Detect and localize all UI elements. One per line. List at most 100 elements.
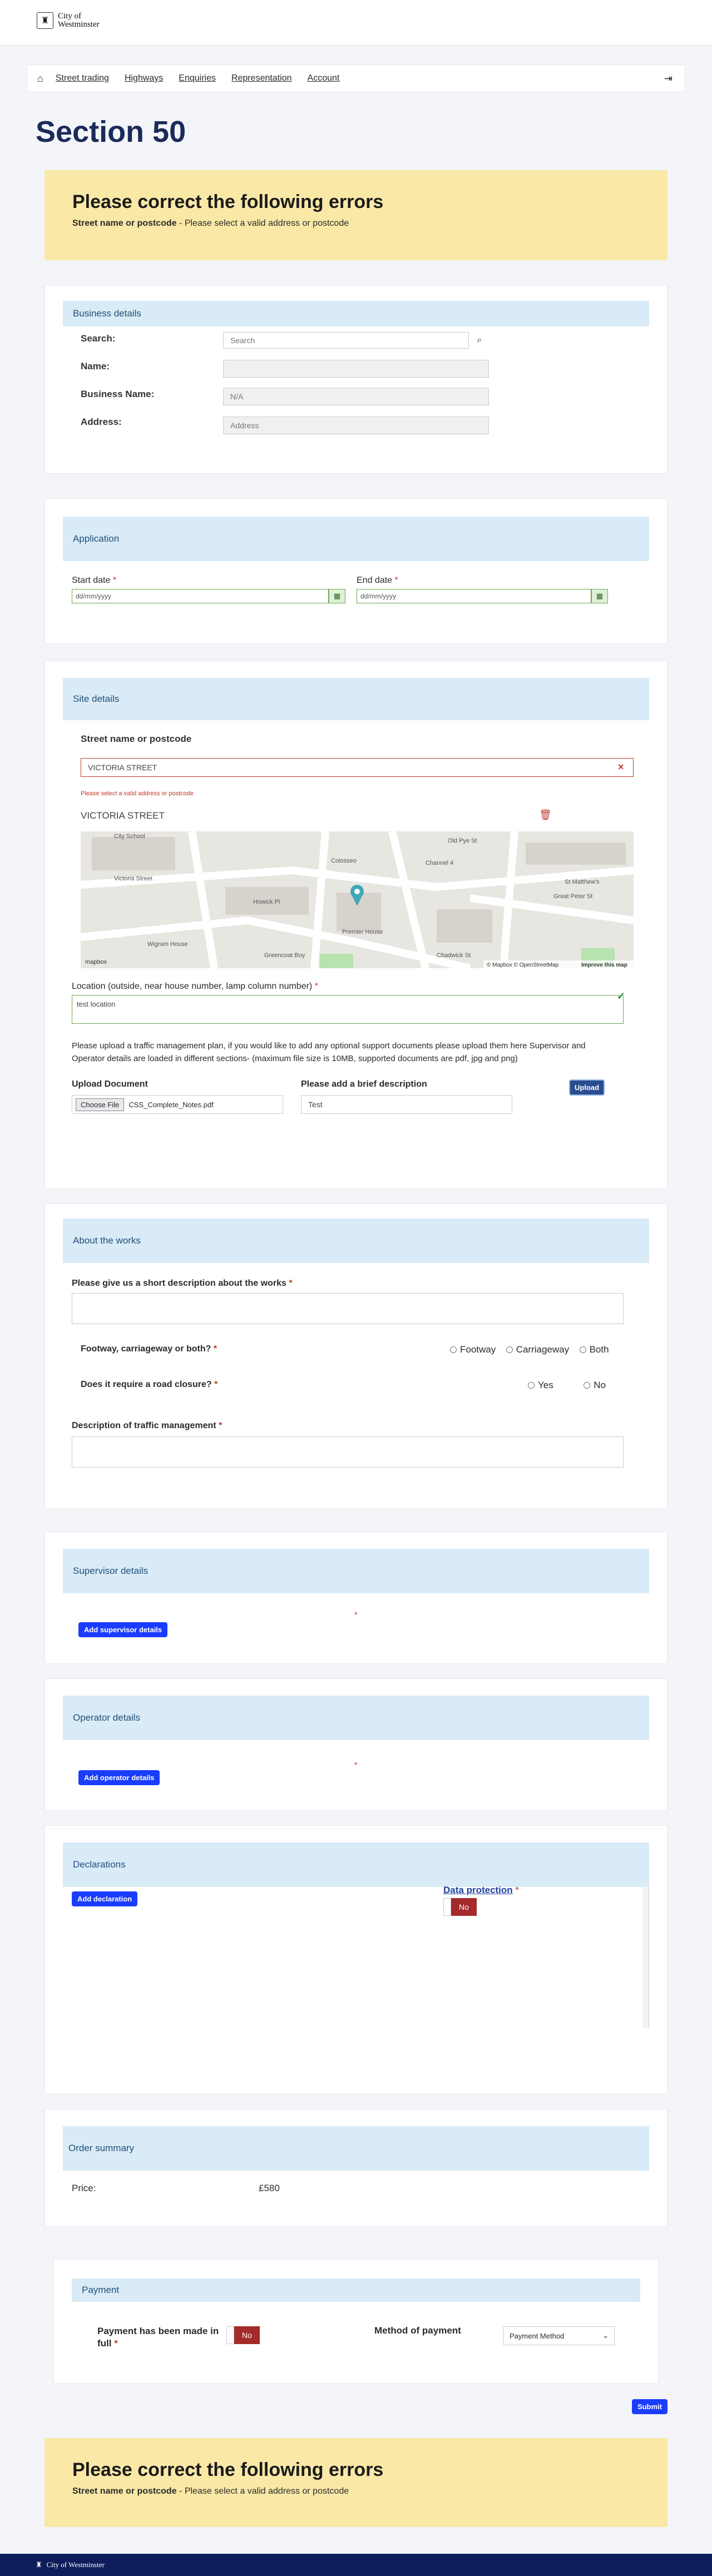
improve-map-link[interactable]: Improve this map <box>581 962 627 968</box>
business-name-label: Business Name: <box>81 389 155 399</box>
logo[interactable]: ♜ City of Westminster <box>37 12 100 29</box>
home-icon[interactable]: ⌂ <box>37 73 43 85</box>
street-error: Please select a valid address or postcod… <box>81 790 194 797</box>
closure-label: Does it require a road closure? * <box>81 1380 218 1389</box>
map-label: City School <box>114 833 145 840</box>
nav-highways[interactable]: Highways <box>125 73 163 83</box>
map-label: St Matthew's <box>565 879 600 885</box>
required-mark: * <box>354 1760 358 1769</box>
location-label: Location (outside, near house number, la… <box>72 982 318 991</box>
address-label: Address: <box>81 417 122 427</box>
search-label: Search: <box>81 333 116 344</box>
data-protection-toggle[interactable]: No <box>443 1898 477 1916</box>
add-declaration-button[interactable]: Add declaration <box>72 1891 138 1906</box>
submit-row: Submit <box>0 2395 712 2419</box>
selected-street: VICTORIA STREET <box>81 810 165 821</box>
scrollbar[interactable] <box>643 1887 649 2028</box>
order-summary-heading: Order summary <box>63 2126 649 2171</box>
error-line: Street name or postcode - Please select … <box>72 219 349 228</box>
error-title: Please correct the following errors <box>72 2459 384 2480</box>
file-name: CSS_Complete_Notes.pdf <box>128 1100 214 1109</box>
site-details-heading: Site details <box>63 678 649 720</box>
map-label: Wigram House <box>147 941 188 948</box>
address-field[interactable]: Address <box>223 417 489 434</box>
short-desc-label: Please give us a short description about… <box>72 1279 293 1288</box>
file-input[interactable]: Choose File CSS_Complete_Notes.pdf <box>72 1095 283 1114</box>
search-input[interactable]: Search <box>223 332 469 349</box>
operator-heading: Operator details <box>63 1696 649 1740</box>
map-label: Great Peter St <box>553 893 592 900</box>
declarations-card: Declarations Add declaration Data protec… <box>44 1825 668 2094</box>
price-label: Price: <box>72 2183 96 2193</box>
payment-made-toggle[interactable]: No <box>226 2326 260 2344</box>
start-calendar-icon[interactable]: ▦ <box>329 589 345 603</box>
desc-input[interactable]: Test <box>301 1095 512 1114</box>
about-works-card: About the works Please give us a short d… <box>44 1203 668 1509</box>
application-card: Application Start date * dd/mm/yyyy ▦ En… <box>44 498 668 644</box>
data-protection-link[interactable]: Data protection <box>443 1885 513 1895</box>
site-details-card: Site details Street name or postcode VIC… <box>44 661 668 1189</box>
map-label: Howick Pl <box>253 899 280 905</box>
supervisor-heading: Supervisor details <box>63 1549 649 1593</box>
add-supervisor-button[interactable]: Add supervisor details <box>78 1622 168 1637</box>
error-summary-bottom: Please correct the following errors Stre… <box>44 2438 668 2527</box>
site-map[interactable]: City School Old Pye St Victoria Street H… <box>81 831 634 968</box>
payment-method-select[interactable]: Payment Method ⌄ <box>503 2326 615 2345</box>
street-input[interactable]: VICTORIA STREET <box>81 758 634 777</box>
price-value: £580 <box>259 2183 280 2193</box>
page: ♜ City of Westminster ⌂ Street trading Hi… <box>0 0 712 2576</box>
page-title: Section 50 <box>36 115 186 148</box>
chevron-down-icon: ⌄ <box>602 2331 609 2340</box>
start-date-label: Start date * <box>72 576 117 585</box>
logout-icon[interactable]: ⇥ <box>664 73 673 85</box>
radio-both[interactable]: Both <box>579 1344 609 1355</box>
short-desc-textarea[interactable] <box>72 1293 624 1324</box>
logo-text: City of Westminster <box>58 12 100 29</box>
trash-icon[interactable]: 🗑 <box>539 809 552 821</box>
map-attribution: © Mapbox © OpenStreetMap <box>487 962 559 968</box>
radio-yes[interactable]: Yes <box>528 1380 553 1391</box>
desc-label: Please add a brief description <box>301 1079 427 1089</box>
start-date-input[interactable]: dd/mm/yyyy <box>72 589 329 603</box>
crest-icon: ♜ <box>37 12 53 29</box>
submit-button[interactable]: Submit <box>631 2399 668 2414</box>
upload-intro: Please upload a traffic management plan,… <box>72 1041 586 1063</box>
end-date-input[interactable]: dd/mm/yyyy <box>357 589 591 603</box>
nav-enquiries[interactable]: Enquiries <box>179 73 216 83</box>
site-header: ♜ City of Westminster <box>0 0 712 46</box>
nav-representation[interactable]: Representation <box>231 73 292 83</box>
order-summary-card: Order summary Price: £580 <box>44 2109 668 2227</box>
declarations-scroll[interactable] <box>63 1887 649 2028</box>
name-field[interactable] <box>223 360 489 378</box>
end-date-label: End date * <box>357 576 398 585</box>
street-label: Street name or postcode <box>81 734 192 744</box>
upload-button[interactable]: Upload <box>569 1079 605 1096</box>
map-label: Old Pye St <box>448 838 477 844</box>
main-nav: ⌂ Street trading Highways Enquiries Repr… <box>27 65 685 92</box>
business-name-field[interactable]: N/A <box>223 388 489 405</box>
error-title: Please correct the following errors <box>72 191 384 212</box>
radio-carriageway[interactable]: Carriageway <box>506 1344 569 1355</box>
payment-method-label: Method of payment <box>374 2325 461 2336</box>
end-calendar-icon[interactable]: ▦ <box>591 589 608 603</box>
business-details-card: Business details Search: Search ⌕ Name: … <box>44 285 668 474</box>
clear-icon[interactable]: × <box>618 761 624 773</box>
mapbox-logo: mapbox <box>85 959 107 965</box>
traffic-textarea[interactable] <box>72 1436 624 1468</box>
data-protection-label: Data protection * <box>443 1885 520 1895</box>
payment-made-label: Payment has been made in full * <box>97 2326 219 2349</box>
footway-label: Footway, carriageway or both? * <box>81 1344 217 1354</box>
choose-file-button[interactable]: Choose File <box>76 1098 125 1111</box>
add-operator-button[interactable]: Add operator details <box>78 1770 160 1785</box>
nav-street-trading[interactable]: Street trading <box>56 73 109 83</box>
nav-account[interactable]: Account <box>308 73 340 83</box>
radio-footway[interactable]: Footway <box>450 1344 496 1355</box>
search-icon[interactable]: ⌕ <box>471 332 488 349</box>
map-label: Premier House <box>342 929 383 935</box>
error-line: Street name or postcode - Please select … <box>72 2486 349 2496</box>
required-mark: * <box>354 1610 358 1619</box>
footer-text: City of Westminster <box>46 2560 105 2569</box>
business-details-heading: Business details <box>63 301 649 326</box>
location-textarea[interactable]: test location <box>72 995 624 1024</box>
radio-no[interactable]: No <box>584 1380 606 1391</box>
